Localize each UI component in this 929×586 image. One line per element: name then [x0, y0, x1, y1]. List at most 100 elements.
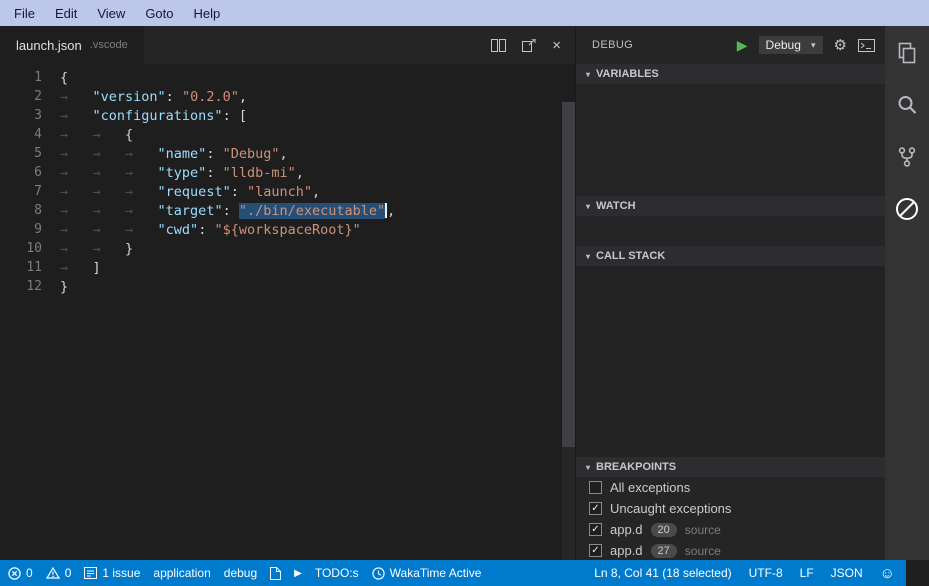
line-number: 11 — [0, 260, 42, 275]
feedback-smiley-icon[interactable]: ☺ — [880, 566, 895, 581]
code-line[interactable]: 9→ → → "cwd": "${workspaceRoot}" — [0, 220, 575, 239]
line-number: 2 — [0, 89, 42, 104]
breakpoint-row[interactable]: ✓ Uncaught exceptions — [576, 498, 885, 519]
section-title-variables: VARIABLES — [596, 68, 659, 80]
breakpoint-line-badge: 20 — [651, 523, 677, 537]
line-number: 5 — [0, 146, 42, 161]
collapse-triangle-icon: ▾ — [586, 463, 590, 472]
tab-folder-path: .vscode — [90, 39, 128, 51]
debug-console-icon[interactable] — [858, 39, 875, 52]
section-title-breakpoints: BREAKPOINTS — [596, 461, 676, 473]
section-header-breakpoints[interactable]: ▾ BREAKPOINTS — [576, 457, 885, 477]
statusbar-corner — [906, 560, 929, 586]
code-line[interactable]: 4→ → { — [0, 125, 575, 144]
section-header-watch[interactable]: ▾ WATCH — [576, 196, 885, 216]
chevron-down-icon: ▾ — [811, 40, 816, 51]
breakpoint-row[interactable]: ✓app.d27source — [576, 540, 885, 560]
application-status[interactable]: application — [153, 566, 210, 580]
line-number: 6 — [0, 165, 42, 180]
menu-bar: File Edit View Goto Help — [0, 0, 929, 26]
debug-panel-header: DEBUG ▶ Debug ▾ ⚙ — [576, 26, 885, 64]
language-indicator[interactable]: JSON — [831, 566, 863, 580]
close-icon[interactable]: × — [552, 37, 561, 54]
code-line[interactable]: 2→ "version": "0.2.0", — [0, 87, 575, 106]
code-line[interactable]: 12} — [0, 277, 575, 296]
main-area: launch.json .vscode × 1{2→ "version": "0… — [0, 26, 929, 560]
menu-item-view[interactable]: View — [87, 3, 135, 24]
breakpoint-label: Uncaught exceptions — [610, 501, 731, 516]
editor-scrollbar[interactable] — [562, 102, 575, 560]
debug-icon[interactable] — [892, 194, 922, 224]
scrollbar-thumb[interactable] — [562, 102, 575, 447]
line-number: 7 — [0, 184, 42, 199]
breakpoint-checkbox[interactable] — [589, 481, 602, 494]
collapse-triangle-icon: ▾ — [586, 202, 590, 211]
line-number: 12 — [0, 279, 42, 294]
breakpoint-checkbox[interactable]: ✓ — [589, 544, 602, 557]
line-number: 9 — [0, 222, 42, 237]
issues-indicator[interactable]: 1 issue — [84, 566, 140, 580]
breakpoint-line-badge: 27 — [651, 544, 677, 558]
breakpoint-row[interactable]: All exceptions — [576, 477, 885, 498]
code-line[interactable]: 3→ "configurations": [ — [0, 106, 575, 125]
code-line[interactable]: 6→ → → "type": "lldb-mi", — [0, 163, 575, 182]
variables-body — [576, 84, 885, 196]
gear-icon[interactable]: ⚙ — [834, 38, 847, 53]
code-line[interactable]: 1{ — [0, 68, 575, 87]
breakpoint-checkbox[interactable]: ✓ — [589, 523, 602, 536]
debug-status[interactable]: debug — [224, 566, 257, 580]
source-control-icon[interactable] — [892, 142, 922, 172]
error-icon — [8, 567, 21, 580]
breakpoint-row[interactable]: ✓ app.d 20 source — [576, 519, 885, 540]
issues-icon — [84, 567, 97, 579]
breakpoints-list: All exceptions ✓ Uncaught exceptions ✓ app.d… — [576, 477, 885, 560]
clock-icon — [372, 567, 385, 580]
section-title-watch: WATCH — [596, 200, 636, 212]
debug-sidebar: DEBUG ▶ Debug ▾ ⚙ ▾ VARIABLES — [575, 26, 885, 560]
todos-status[interactable]: TODO:s — [315, 566, 359, 580]
code-editor[interactable]: 1{2→ "version": "0.2.0",3→ "configuratio… — [0, 64, 575, 560]
warning-count[interactable]: 0 — [46, 566, 72, 580]
file-icon[interactable] — [270, 567, 281, 580]
section-header-call-stack[interactable]: ▾ CALL STACK — [576, 246, 885, 266]
breakpoint-source-label: source — [685, 544, 721, 558]
breakpoint-label: app.d — [610, 522, 643, 537]
wakatime-status[interactable]: WakaTime Active — [372, 566, 482, 580]
line-number: 1 — [0, 70, 42, 85]
start-debug-button[interactable]: ▶ — [737, 38, 748, 52]
code-line[interactable]: 8→ → → "target": "./bin/executable", — [0, 201, 575, 220]
activity-bar — [885, 26, 929, 560]
run-task-chevron-icon[interactable]: ▶ — [294, 568, 302, 579]
eol-indicator[interactable]: LF — [800, 566, 814, 580]
code-line[interactable]: 7→ → → "request": "launch", — [0, 182, 575, 201]
code-line[interactable]: 5→ → → "name": "Debug", — [0, 144, 575, 163]
status-right: Ln 8, Col 41 (18 selected) UTF-8 LF JSON… — [594, 566, 929, 581]
tab-launch-json[interactable]: launch.json .vscode — [0, 26, 144, 64]
line-number: 8 — [0, 203, 42, 218]
code-line[interactable]: 11→ ] — [0, 258, 575, 277]
error-count[interactable]: 0 — [8, 566, 33, 580]
call-stack-body — [576, 266, 885, 457]
explorer-icon[interactable] — [892, 38, 922, 68]
menu-item-help[interactable]: Help — [184, 3, 231, 24]
encoding-indicator[interactable]: UTF-8 — [749, 566, 783, 580]
menu-item-edit[interactable]: Edit — [45, 3, 87, 24]
line-number: 10 — [0, 241, 42, 256]
menu-item-file[interactable]: File — [4, 3, 45, 24]
cursor-position[interactable]: Ln 8, Col 41 (18 selected) — [594, 566, 731, 580]
tab-actions: × — [491, 26, 575, 64]
section-header-variables[interactable]: ▾ VARIABLES — [576, 64, 885, 84]
watch-body — [576, 216, 885, 246]
breakpoint-source-label: source — [685, 523, 721, 537]
split-editor-icon[interactable] — [491, 39, 506, 52]
line-number: 4 — [0, 127, 42, 142]
debug-config-dropdown[interactable]: Debug ▾ — [759, 36, 823, 54]
code-line[interactable]: 10→ → } — [0, 239, 575, 258]
debug-config-label: Debug — [766, 38, 801, 52]
breakpoint-checkbox[interactable]: ✓ — [589, 502, 602, 515]
open-preview-icon[interactable] — [522, 39, 536, 52]
search-icon[interactable] — [892, 90, 922, 120]
code-lines: 1{2→ "version": "0.2.0",3→ "configuratio… — [0, 68, 575, 296]
editor-area: launch.json .vscode × 1{2→ "version": "0… — [0, 26, 575, 560]
menu-item-goto[interactable]: Goto — [135, 3, 183, 24]
